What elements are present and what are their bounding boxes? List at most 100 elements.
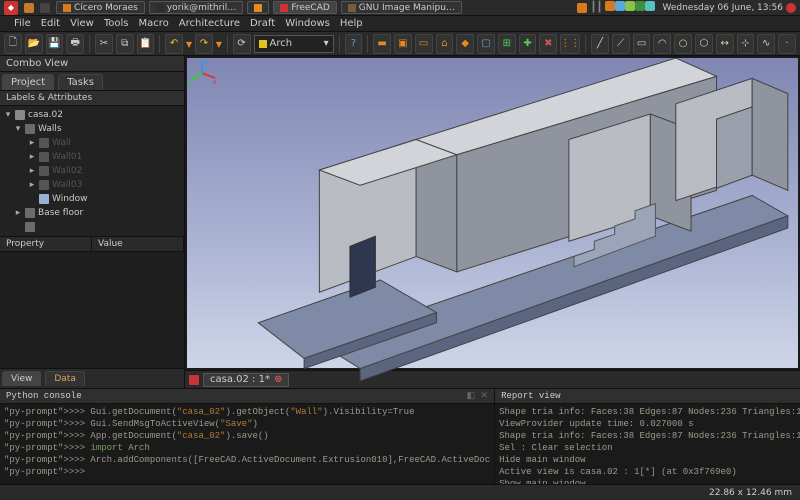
menu-tools[interactable]: Tools (99, 18, 134, 29)
tree-item[interactable]: ▸Base floor (0, 206, 184, 220)
arch-add-button[interactable]: ✚ (519, 34, 537, 54)
tree-item[interactable]: ▸Wall03 (0, 178, 184, 192)
toolbar-separator (585, 35, 586, 53)
tree-item[interactable]: ▸Wall01 (0, 150, 184, 164)
app-launcher-icon[interactable] (40, 3, 50, 13)
arch-remove-button[interactable]: ✖ (539, 34, 557, 54)
tray-icon[interactable] (625, 1, 635, 11)
copy-button[interactable]: ⧉ (116, 34, 134, 54)
taskbar-app[interactable]: GNU Image Manipu… (341, 1, 462, 14)
tray-icon[interactable] (577, 3, 587, 13)
whatsthis-button[interactable]: ? (345, 34, 363, 54)
cut-button[interactable]: ✂ (95, 34, 113, 54)
taskbar-app[interactable] (247, 1, 269, 14)
toolbar-separator (159, 35, 160, 53)
arch-window-button[interactable]: ▢ (477, 34, 495, 54)
paste-button[interactable]: 📋 (137, 34, 155, 54)
tray-icon[interactable] (635, 1, 645, 11)
tree-item[interactable]: ▾Walls (0, 122, 184, 136)
tab-project[interactable]: Project (2, 74, 54, 90)
property-header: Property Value (0, 236, 184, 252)
draft-wire-button[interactable]: ⟋ (612, 34, 630, 54)
menu-draft[interactable]: Draft (245, 18, 280, 29)
print-button[interactable]: 🖶 (66, 34, 84, 54)
draft-arc-button[interactable]: ◠ (653, 34, 671, 54)
draft-dimension-button[interactable]: ↔ (716, 34, 734, 54)
svg-text:x: x (213, 79, 217, 86)
draft-point-button[interactable]: · (778, 34, 796, 54)
combo-view-title: Combo View (0, 56, 184, 72)
draft-bspline-button[interactable]: ∿ (757, 34, 775, 54)
tree-item[interactable]: ▾casa.02 (0, 108, 184, 122)
svg-text:z: z (204, 59, 207, 66)
tree-item[interactable]: ▸Wall (0, 136, 184, 150)
clock[interactable]: Wednesday 06 June, 13:56 (662, 3, 783, 13)
draft-line-button[interactable]: ╱ (591, 34, 609, 54)
tab-tasks[interactable]: Tasks (58, 74, 103, 90)
menu-file[interactable]: File (9, 18, 36, 29)
status-bar: 22.86 x 12.46 mm (0, 484, 800, 500)
os-taskbar: ◆ Cícero Moraes yorik@mithril… FreeCAD GNU … (0, 0, 800, 16)
tray-icon[interactable] (645, 1, 655, 11)
arch-site-button[interactable]: ◆ (456, 34, 474, 54)
tree-header: Labels & Attributes (0, 91, 184, 106)
undo-dropdown-icon[interactable]: ▾ (186, 37, 192, 51)
arch-building-button[interactable]: ⌂ (436, 34, 454, 54)
menu-help[interactable]: Help (335, 18, 368, 29)
tray-separator: ┃┃ (590, 2, 602, 13)
tab-view[interactable]: View (2, 371, 41, 386)
tree-item[interactable]: ▸Wall02 (0, 164, 184, 178)
distro-menu-icon[interactable]: ◆ (4, 1, 18, 15)
col-value[interactable]: Value (92, 237, 184, 251)
taskbar-app[interactable]: Cícero Moraes (56, 1, 145, 14)
save-button[interactable]: 💾 (46, 34, 64, 54)
draft-polygon-button[interactable]: ⬡ (695, 34, 713, 54)
undo-button[interactable]: ↶ (165, 34, 183, 54)
redo-button[interactable]: ↷ (195, 34, 213, 54)
draft-text-button[interactable]: ⊹ (737, 34, 755, 54)
workbench-selector[interactable]: Arch ▾ (254, 35, 334, 53)
tray-icon[interactable] (615, 1, 625, 11)
combo-view-panel: Combo View Project Tasks Labels & Attrib… (0, 56, 185, 388)
arch-floor-button[interactable]: ▭ (415, 34, 433, 54)
tree-item[interactable]: Window (0, 192, 184, 206)
redo-dropdown-icon[interactable]: ▾ (216, 37, 222, 51)
tray-icon[interactable] (605, 1, 615, 11)
menu-windows[interactable]: Windows (280, 18, 335, 29)
arch-structure-button[interactable]: ▣ (394, 34, 412, 54)
3d-viewport[interactable]: x y z (187, 58, 798, 368)
svg-text:y: y (187, 80, 191, 87)
menu-architecture[interactable]: Architecture (174, 18, 245, 29)
open-file-button[interactable]: 📂 (25, 34, 43, 54)
property-panel[interactable] (0, 252, 184, 368)
toolbar-separator (367, 35, 368, 53)
viewport-container: x y z casa.02 : 1* ⊗ (185, 56, 800, 388)
axis-gizmo-icon[interactable]: x y z (187, 58, 217, 88)
refresh-button[interactable]: ⟳ (233, 34, 251, 54)
toolbar-separator (227, 35, 228, 53)
draft-circle-button[interactable]: ○ (674, 34, 692, 54)
new-file-button[interactable]: 🗋 (4, 34, 22, 54)
main-area: Combo View Project Tasks Labels & Attrib… (0, 56, 800, 388)
menu-macro[interactable]: Macro (133, 18, 173, 29)
taskbar-app[interactable]: yorik@mithril… (149, 1, 243, 14)
tab-data[interactable]: Data (45, 371, 85, 386)
arch-wall-button[interactable]: ▬ (373, 34, 391, 54)
toolbar-separator (339, 35, 340, 53)
col-property[interactable]: Property (0, 237, 92, 251)
draft-rectangle-button[interactable]: ▭ (633, 34, 651, 54)
menu-edit[interactable]: Edit (36, 18, 65, 29)
app-menubar: FileEditViewToolsMacroArchitectureDraftW… (0, 16, 800, 32)
arch-axis-button[interactable]: ⋮⋮ (560, 34, 580, 54)
main-toolbar: 🗋 📂 💾 🖶 ✂ ⧉ 📋 ↶ ▾ ↷ ▾ ⟳ Arch ▾ ? ▬ ▣ ▭ ⌂… (0, 32, 800, 56)
taskbar-app[interactable]: FreeCAD (273, 1, 336, 14)
system-tray: ┃┃ Wednesday 06 June, 13:56 (577, 1, 796, 14)
document-tree[interactable]: ▾casa.02▾Walls▸Wall▸Wall01▸Wall02▸Wall03… (0, 106, 184, 236)
app-launcher-icon[interactable] (24, 3, 34, 13)
tree-item[interactable] (0, 220, 184, 234)
combo-tabs: Project Tasks (0, 72, 184, 91)
power-icon[interactable] (786, 3, 796, 13)
property-tabs: View Data (0, 368, 184, 388)
menu-view[interactable]: View (65, 18, 99, 29)
arch-section-button[interactable]: ⊞ (498, 34, 516, 54)
